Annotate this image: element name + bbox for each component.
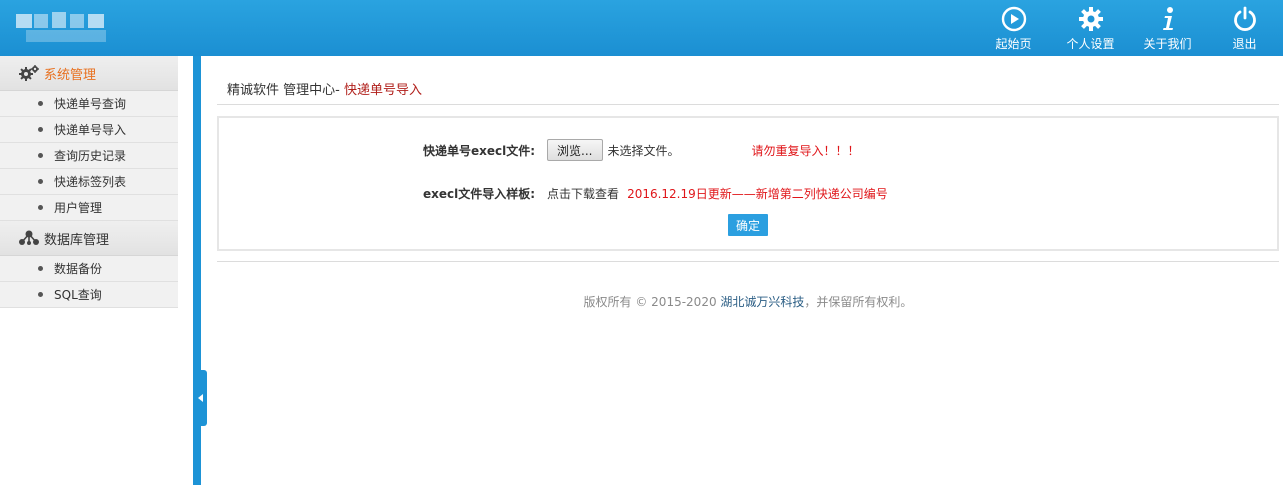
browse-button[interactable]: 浏览... [547, 139, 603, 161]
bullet-icon [38, 266, 43, 271]
import-panel: 快递单号execl文件: 浏览... 未选择文件。 请勿重复导入！！！ exec… [217, 116, 1279, 251]
sidebar-item-import[interactable]: 快递单号导入 [0, 117, 178, 143]
nav-home-button[interactable]: 起始页 [975, 0, 1052, 56]
bullet-icon [38, 179, 43, 184]
sidebar: 系统管理 快递单号查询 快递单号导入 查询历史记录 快递标签列表 用户管理 数据… [0, 56, 178, 485]
sidebar-item-label: 快递标签列表 [54, 175, 127, 189]
sidebar-item-backup[interactable]: 数据备份 [0, 256, 178, 282]
play-circle-icon [1001, 6, 1026, 32]
logo [16, 12, 114, 46]
top-nav: 起始页 个人设置 关于我们 退出 [975, 0, 1283, 56]
bullet-icon [38, 127, 43, 132]
sidebar-item-labels[interactable]: 快递标签列表 [0, 169, 178, 195]
submit-button[interactable]: 确定 [728, 214, 768, 236]
nav-about-label: 关于我们 [1143, 37, 1192, 51]
share-nodes-icon [19, 230, 39, 245]
gears-icon [19, 65, 39, 81]
nav-settings-button[interactable]: 个人设置 [1052, 0, 1129, 56]
power-icon [1233, 6, 1256, 31]
footer-company: 湖北诚万兴科技 [720, 295, 805, 309]
sample-row: execl文件导入样板: 点击下载查看 2016.12.19日更新——新增第二列… [423, 182, 888, 204]
sidebar-item-users[interactable]: 用户管理 [0, 195, 178, 221]
footer: 版权所有 © 2015-2020 湖北诚万兴科技，并保留所有权利。 [217, 293, 1279, 310]
bullet-icon [38, 205, 43, 210]
divider [217, 104, 1279, 105]
bullet-icon [38, 153, 43, 158]
file-row: 快递单号execl文件: 浏览... 未选择文件。 请勿重复导入！！！ [423, 139, 860, 161]
breadcrumb-current: 快递单号导入 [343, 83, 422, 98]
nav-about-button[interactable]: 关于我们 [1129, 0, 1206, 56]
sidebar-item-label: 数据备份 [54, 262, 103, 276]
arrow-left-icon [198, 394, 203, 402]
file-label: 快递单号execl文件: [423, 143, 536, 158]
footer-copyright: 版权所有 © 2015-2020 [583, 295, 721, 309]
sample-label: execl文件导入样板: [423, 186, 536, 201]
bullet-icon [38, 292, 43, 297]
sidebar-collapse-handle[interactable] [195, 370, 207, 426]
sidebar-section-system-title: 系统管理 [44, 67, 97, 83]
update-note: 2016.12.19日更新——新增第二列快递公司编号 [627, 186, 888, 201]
divider [217, 261, 1279, 262]
duplicate-warning: 请勿重复导入！！！ [751, 143, 860, 158]
no-file-text: 未选择文件。 [607, 143, 680, 158]
sidebar-item-label: 用户管理 [54, 201, 103, 215]
top-header: 起始页 个人设置 关于我们 退出 [0, 0, 1283, 56]
breadcrumb-prefix: 精诚软件 管理中心- [227, 83, 344, 98]
gear-icon [1078, 7, 1103, 31]
nav-logout-button[interactable]: 退出 [1206, 0, 1283, 56]
footer-suffix: ，并保留所有权利。 [804, 295, 913, 309]
breadcrumb: 精诚软件 管理中心- 快递单号导入 [227, 79, 422, 98]
sidebar-item-sql[interactable]: SQL查询 [0, 282, 178, 308]
info-icon [1162, 7, 1173, 30]
sidebar-item-history[interactable]: 查询历史记录 [0, 143, 178, 169]
main-content: 精诚软件 管理中心- 快递单号导入 快递单号execl文件: 浏览... 未选择… [217, 56, 1279, 485]
nav-settings-label: 个人设置 [1066, 37, 1115, 51]
nav-home-label: 起始页 [995, 37, 1032, 51]
bullet-icon [38, 101, 43, 106]
sidebar-section-database-title: 数据库管理 [44, 232, 110, 248]
nav-logout-label: 退出 [1232, 37, 1257, 51]
sidebar-item-query[interactable]: 快递单号查询 [0, 91, 178, 117]
sidebar-item-label: 快递单号查询 [54, 97, 127, 111]
sidebar-item-label: 查询历史记录 [54, 149, 127, 163]
sidebar-section-database[interactable]: 数据库管理 [0, 221, 178, 256]
sidebar-item-label: SQL查询 [54, 288, 102, 302]
sidebar-item-label: 快递单号导入 [54, 123, 127, 137]
sidebar-section-system[interactable]: 系统管理 [0, 56, 178, 91]
download-sample-link[interactable]: 点击下载查看 [547, 185, 619, 202]
